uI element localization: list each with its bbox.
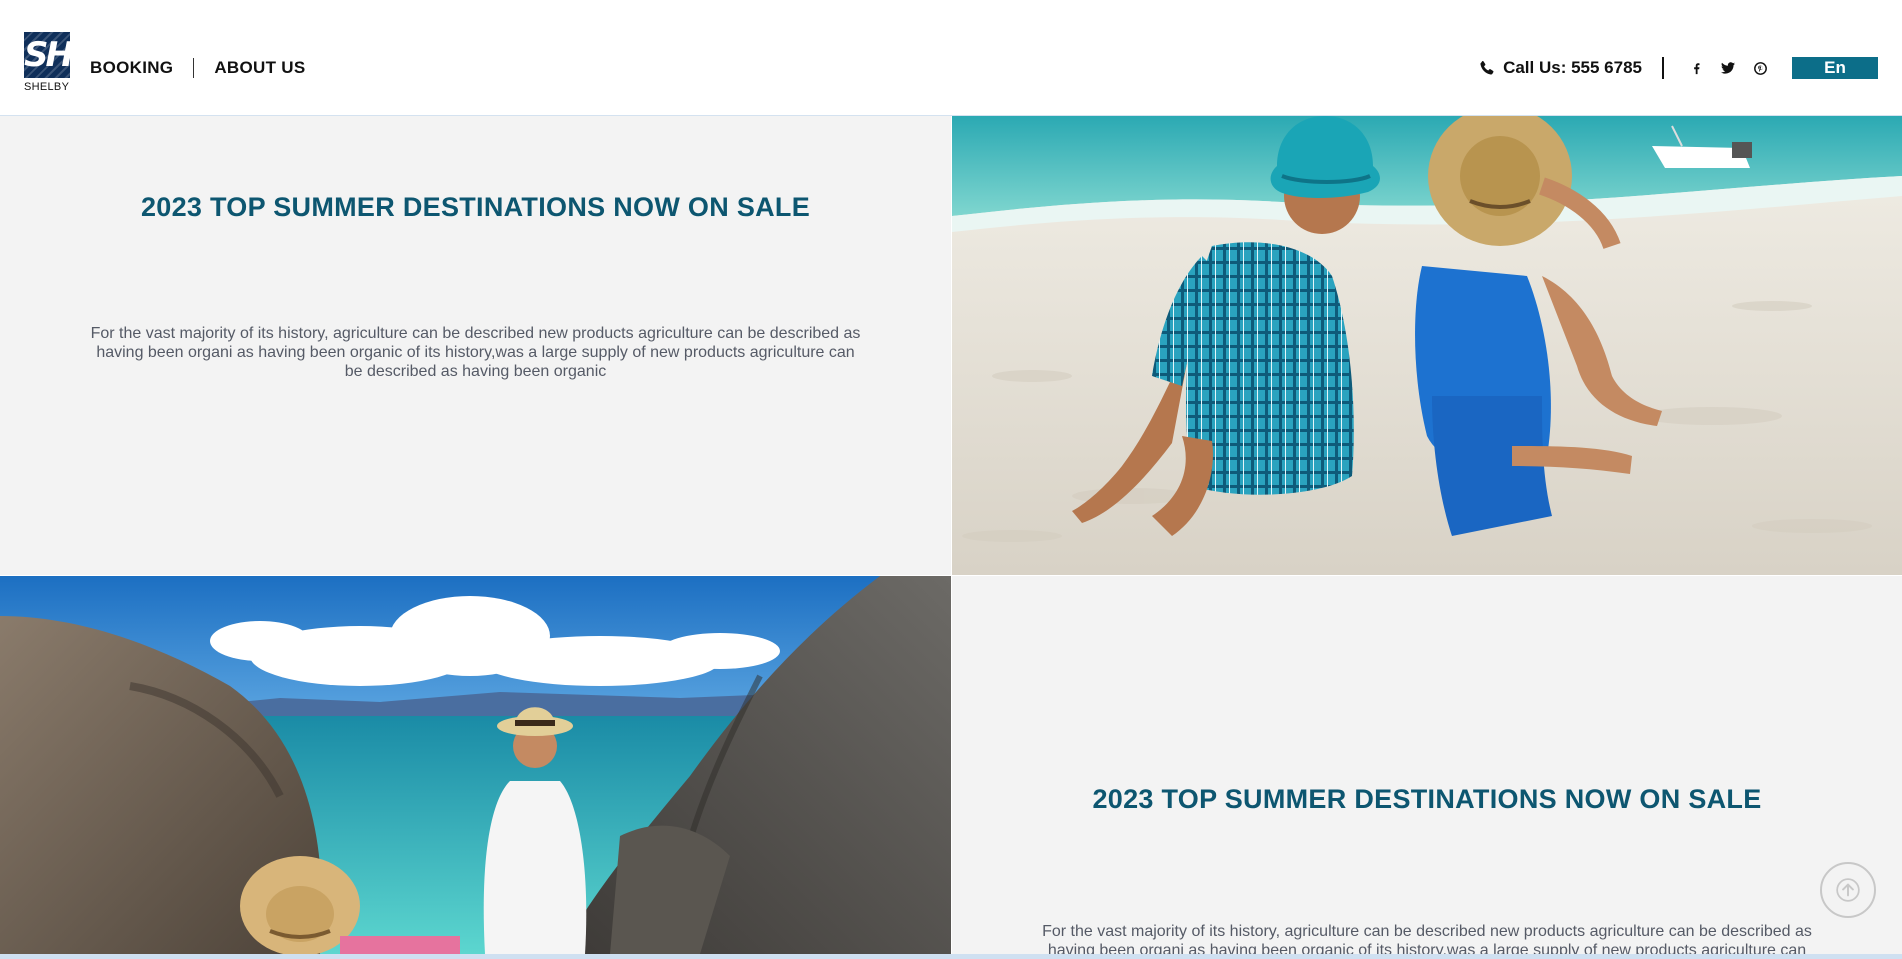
header-divider (1662, 57, 1664, 79)
promo-text-1: For the vast majority of its history, ag… (90, 325, 861, 380)
call-us-text[interactable]: Call Us: 555 6785 (1503, 58, 1642, 78)
facebook-icon[interactable] (1689, 61, 1703, 75)
logo-text: SHELBY (24, 81, 70, 93)
promo-text-panel-1: 2023 TOP SUMMER DESTINATIONS NOW ON SALE… (0, 116, 951, 575)
nav-divider (193, 58, 195, 78)
pinterest-icon[interactable] (1753, 61, 1767, 75)
promo-title-1: 2023 TOP SUMMER DESTINATIONS NOW ON SALE (140, 192, 811, 222)
rocks-sea-photo (0, 576, 951, 954)
promo-text-panel-2: 2023 TOP SUMMER DESTINATIONS NOW ON SALE… (952, 576, 1902, 954)
main-nav: BOOKING ABOUT US (90, 48, 306, 88)
nav-booking-link[interactable]: BOOKING (90, 58, 173, 78)
language-button[interactable]: En (1792, 57, 1878, 79)
promo-title-2: 2023 TOP SUMMER DESTINATIONS NOW ON SALE (1092, 784, 1762, 814)
nav-about-us-link[interactable]: ABOUT US (214, 58, 305, 78)
beach-couple-photo (952, 116, 1902, 575)
arrow-up-icon (1836, 878, 1860, 902)
phone-icon (1480, 61, 1494, 75)
twitter-icon[interactable] (1721, 61, 1735, 75)
logo[interactable]: SH SHELBY (24, 32, 72, 98)
promo-text-2: For the vast majority of its history, ag… (1042, 923, 1812, 954)
site-header: SH SHELBY BOOKING ABOUT US Call Us: 555 … (0, 8, 1902, 116)
header-right: Call Us: 555 6785 En (1479, 50, 1878, 86)
bottom-bar (0, 954, 1902, 959)
logo-mark: SH (24, 32, 70, 78)
content-grid: 2023 TOP SUMMER DESTINATIONS NOW ON SALE… (0, 116, 1902, 954)
scroll-to-top-button[interactable] (1820, 862, 1876, 918)
